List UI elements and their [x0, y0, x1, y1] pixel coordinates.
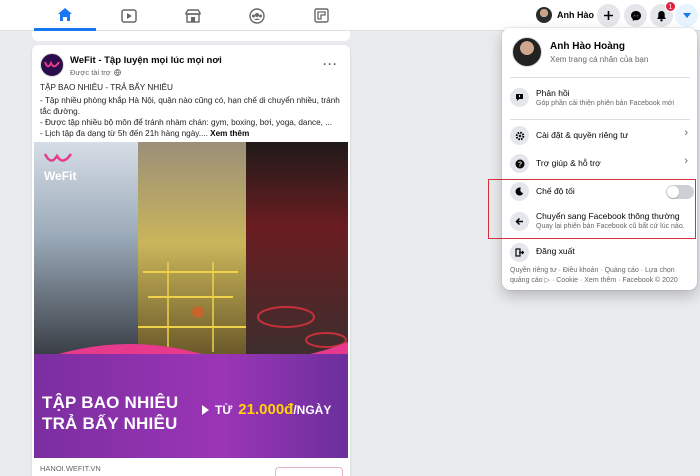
ad-creative-image[interactable]: WeFit TẬP BAO NHIÊU TRẢ BẤY NHIÊU TỪ 21.… — [34, 142, 348, 458]
menu-item-label: Cài đặt & quyền riêng tư — [536, 130, 629, 140]
divider — [510, 77, 690, 78]
sponsored-text: Được tài trợ — [70, 68, 111, 77]
menu-item-label: Đăng xuất — [536, 246, 575, 256]
post-header: WeFit - Tập luyện mọi lúc mọi nơi Được t… — [40, 51, 342, 79]
tab-gaming[interactable] — [290, 0, 352, 31]
wefit-logo-text: WeFit — [44, 169, 77, 183]
menu-footer-links: Quyền riêng tư · Điều khoản · Quảng cáo … — [510, 266, 690, 286]
more-options-icon[interactable]: ··· — [323, 57, 338, 71]
marketplace-icon — [185, 8, 201, 23]
account-dropdown-menu: Anh Hào Hoàng Xem trang cá nhân của bạn … — [502, 28, 697, 290]
wefit-logo-icon — [44, 60, 60, 68]
promo-headline: TẬP BAO NHIÊU TRẢ BẤY NHIÊU — [42, 392, 178, 434]
sponsored-post: WeFit - Tập luyện mọi lúc mọi nơi Được t… — [32, 45, 350, 476]
tab-groups[interactable] — [226, 0, 288, 31]
help-icon: ? — [510, 154, 529, 173]
menu-item-label: Trợ giúp & hỗ trợ — [536, 158, 601, 168]
promo-unit: /NGÀY — [293, 402, 332, 417]
divider — [510, 119, 690, 120]
promo-price: TỪ 21.000đ/NGÀY — [202, 401, 331, 418]
wefit-brand-mark: WeFit — [43, 152, 77, 183]
globe-icon — [113, 69, 121, 76]
avatar — [512, 37, 542, 67]
profile-name: Anh Hào — [557, 10, 594, 20]
svg-text:?: ? — [517, 161, 521, 168]
post-line: - Lịch tập đa dạng từ 5h đến 21h hàng ng… — [40, 129, 208, 138]
gaming-icon — [313, 8, 329, 23]
tab-home[interactable] — [34, 0, 96, 31]
page-avatar[interactable] — [40, 53, 64, 77]
home-icon — [58, 7, 72, 21]
menu-item-settings[interactable]: Cài đặt & quyền riêng tư › — [508, 124, 692, 148]
chevron-right-icon: › — [684, 127, 688, 139]
post-body-text: TẬP BAO NHIÊU - TRẢ BẤY NHIÊU - Tập nhiề… — [40, 82, 344, 139]
menu-item-logout[interactable]: Đăng xuất — [508, 242, 692, 264]
promo-amount: 21.000đ — [238, 401, 294, 418]
menu-profile-link[interactable]: Anh Hào Hoàng Xem trang cá nhân của bạn — [510, 36, 690, 72]
tab-watch[interactable] — [98, 0, 160, 31]
groups-icon — [249, 7, 265, 24]
menu-item-feedback[interactable]: Phản hồi Góp phần cải thiện phiên bản Fa… — [508, 85, 692, 113]
menu-user-name: Anh Hào Hoàng — [550, 41, 625, 52]
feedback-icon — [510, 88, 529, 107]
caret-down-icon — [682, 13, 691, 18]
see-more-link[interactable]: Xem thêm — [210, 129, 249, 138]
bell-icon — [657, 10, 666, 21]
notifications-button[interactable]: 1 — [650, 1, 676, 27]
tab-marketplace[interactable] — [162, 0, 224, 31]
post-line: - Được tập nhiều bộ môn để tránh nhàm ch… — [40, 118, 333, 127]
ad-link-url[interactable]: HANOI.WEFIT.VN — [40, 464, 101, 473]
annotation-highlight-box — [488, 179, 696, 239]
menu-item-label: Phản hồi — [536, 88, 570, 98]
post-line: - Tập nhiều phòng khắp Hà Nội, quận nào … — [40, 96, 340, 116]
footer-line-1[interactable]: Quyền riêng tư · Điều khoản · Quảng cáo … — [510, 266, 690, 276]
footer-line-2[interactable]: quảng cáo ▷ · Cookie · Xem thêm · Facebo… — [510, 276, 690, 286]
top-navigation-bar: Anh Hào 1 — [0, 0, 700, 31]
messenger-button[interactable] — [624, 4, 647, 27]
notification-count-badge: 1 — [665, 1, 676, 12]
cta-button[interactable] — [275, 467, 343, 476]
previous-post-edge — [32, 31, 350, 41]
post-line-last: - Lịch tập đa dạng từ 5h đến 21h hàng ng… — [40, 128, 344, 139]
play-triangle-icon — [202, 404, 209, 415]
menu-item-help[interactable]: ? Trợ giúp & hỗ trợ › — [508, 152, 692, 176]
plus-icon — [604, 11, 613, 20]
menu-item-sub: Góp phần cải thiện phiên bản Facebook mớ… — [536, 100, 675, 107]
wefit-wave-icon — [43, 153, 73, 162]
account-menu-button[interactable] — [675, 4, 698, 27]
create-button[interactable] — [597, 4, 620, 27]
menu-user-sub: Xem trang cá nhân của bạn — [550, 55, 649, 64]
logout-icon — [510, 243, 529, 262]
avatar — [536, 7, 552, 23]
gear-icon — [510, 126, 529, 145]
page-name-link[interactable]: WeFit - Tập luyện mọi lúc mọi nơi — [70, 55, 222, 66]
post-line: TẬP BAO NHIÊU - TRẢ BẤY NHIÊU — [40, 83, 173, 92]
watch-icon — [121, 8, 137, 23]
sponsored-label[interactable]: Được tài trợ — [70, 68, 121, 77]
chevron-right-icon: › — [684, 155, 688, 167]
messenger-icon — [630, 10, 641, 21]
profile-shortcut[interactable]: Anh Hào — [533, 4, 600, 26]
promo-headline-line1: TẬP BAO NHIÊU — [42, 393, 179, 412]
promo-from: TỪ — [215, 402, 233, 417]
promo-headline-line2: TRẢ BẤY NHIÊU — [42, 414, 178, 433]
